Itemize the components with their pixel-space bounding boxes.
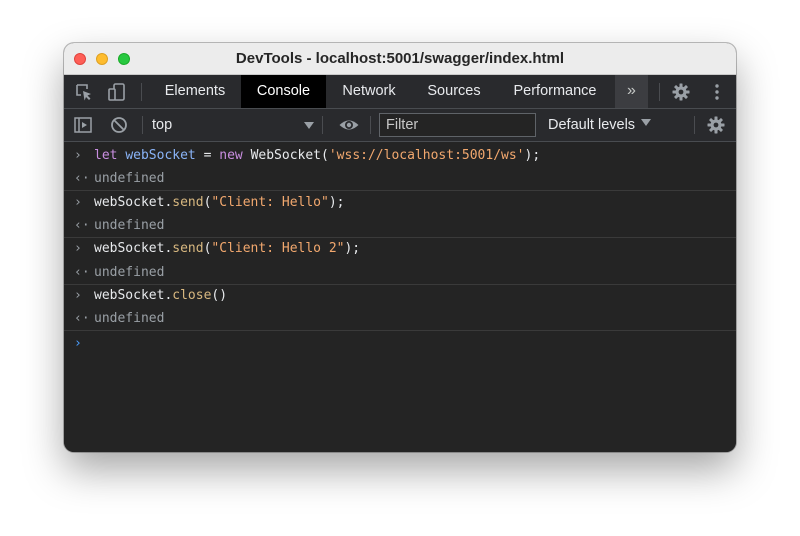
console-command: let webSocket = new WebSocket('wss://loc… bbox=[94, 144, 540, 167]
console-result-row[interactable]: ‹· undefined bbox=[64, 214, 736, 238]
result-caret-icon: ‹· bbox=[74, 264, 90, 280]
code-token: "Client: Hello 2" bbox=[211, 241, 345, 257]
console-result-row[interactable]: ‹· undefined bbox=[64, 307, 736, 332]
toolbar-divider bbox=[142, 116, 143, 134]
code-token: () bbox=[211, 287, 228, 303]
title-bar: DevTools - localhost:5001/swagger/index.… bbox=[64, 43, 736, 75]
input-caret-icon: › bbox=[74, 194, 82, 210]
toolbar-divider bbox=[141, 83, 142, 101]
code-token: "Client: Hello" bbox=[211, 194, 329, 210]
code-token: WebSocket( bbox=[250, 148, 329, 163]
console-settings-gear-icon[interactable] bbox=[706, 115, 726, 135]
tab-sources[interactable]: Sources bbox=[413, 75, 495, 108]
filter-input[interactable] bbox=[379, 113, 536, 137]
console-command: webSocket.send("Client: Hello 2"); bbox=[94, 237, 360, 260]
console-input-row[interactable]: › webSocket.send("Client: Hello"); bbox=[64, 191, 736, 214]
tab-elements[interactable]: Elements bbox=[152, 75, 238, 108]
gear-icon[interactable] bbox=[671, 82, 691, 102]
console-result: undefined bbox=[94, 214, 164, 237]
console-input-row[interactable]: › webSocket.close() bbox=[64, 284, 736, 307]
tab-console[interactable]: Console bbox=[241, 75, 326, 108]
console-toolbar: top Default levels bbox=[64, 109, 736, 142]
code-token: webSocket. bbox=[94, 194, 173, 210]
show-sidebar-icon[interactable] bbox=[73, 115, 93, 135]
code-token: send bbox=[172, 241, 204, 257]
console-input-row[interactable]: › webSocket.send("Client: Hello 2"); bbox=[64, 237, 736, 260]
panel-tab-bar: Elements Console Network Sources Perform… bbox=[64, 75, 736, 109]
input-caret-icon: › bbox=[74, 287, 82, 303]
toolbar-divider bbox=[694, 116, 695, 134]
code-token: send bbox=[172, 194, 204, 210]
inspect-element-icon[interactable] bbox=[74, 82, 94, 102]
toolbar-divider bbox=[322, 116, 323, 134]
code-token: = bbox=[195, 148, 220, 163]
window-title: DevTools - localhost:5001/swagger/index.… bbox=[235, 50, 565, 67]
console-command: webSocket.close() bbox=[94, 284, 227, 307]
console-prompt-row[interactable]: › bbox=[64, 332, 736, 355]
console-output[interactable]: › let webSocket = new WebSocket('wss://lo… bbox=[64, 142, 736, 452]
input-caret-icon: › bbox=[74, 241, 82, 257]
code-token: undefined bbox=[94, 311, 165, 327]
console-result: undefined bbox=[94, 261, 164, 284]
eye-icon[interactable] bbox=[338, 115, 359, 135]
log-levels-dropdown[interactable]: Default levels bbox=[548, 109, 652, 141]
device-toolbar-icon[interactable] bbox=[107, 82, 127, 102]
console-result-row[interactable]: ‹· undefined bbox=[64, 167, 736, 192]
context-label: top bbox=[152, 117, 173, 133]
prompt-caret: › bbox=[74, 336, 82, 352]
code-token: 'wss://localhost:5001/ws' bbox=[328, 148, 525, 163]
tab-network[interactable]: Network bbox=[328, 75, 410, 108]
clear-console-icon[interactable] bbox=[109, 115, 129, 135]
result-caret-icon: ‹· bbox=[74, 217, 90, 233]
code-token: ); bbox=[344, 241, 361, 257]
log-levels-label: Default levels bbox=[548, 117, 636, 133]
code-token: undefined bbox=[94, 171, 165, 187]
code-token: undefined bbox=[94, 217, 165, 233]
code-token: close bbox=[172, 287, 212, 303]
kebab-menu-icon[interactable] bbox=[707, 82, 727, 102]
console-result-row[interactable]: ‹· undefined bbox=[64, 261, 736, 285]
javascript-context-select[interactable]: top bbox=[146, 109, 316, 141]
toolbar-divider bbox=[659, 83, 660, 101]
toolbar-divider bbox=[370, 116, 371, 134]
code-token: let bbox=[94, 148, 126, 163]
console-input-row[interactable]: › let webSocket = new WebSocket('wss://lo… bbox=[64, 144, 736, 167]
code-token: webSocket bbox=[125, 148, 196, 163]
code-token: new bbox=[219, 148, 251, 163]
code-token: webSocket. bbox=[94, 241, 173, 257]
devtools-window: DevTools - localhost:5001/swagger/index.… bbox=[64, 43, 736, 452]
input-caret-icon: › bbox=[74, 148, 82, 163]
console-result: undefined bbox=[94, 167, 164, 190]
code-token: ); bbox=[524, 148, 541, 163]
result-caret-icon: ‹· bbox=[74, 311, 90, 327]
console-command: webSocket.send("Client: Hello"); bbox=[94, 191, 344, 214]
chevron-down-icon bbox=[641, 119, 652, 126]
code-token: undefined bbox=[94, 264, 165, 280]
console-result: undefined bbox=[94, 307, 164, 330]
code-token: ); bbox=[328, 194, 345, 210]
tab-performance[interactable]: Performance bbox=[498, 75, 612, 108]
result-caret-icon: ‹· bbox=[74, 171, 90, 187]
code-token: webSocket. bbox=[94, 287, 173, 303]
chevron-down-icon bbox=[304, 122, 314, 129]
more-tabs-button[interactable]: » bbox=[615, 75, 648, 108]
